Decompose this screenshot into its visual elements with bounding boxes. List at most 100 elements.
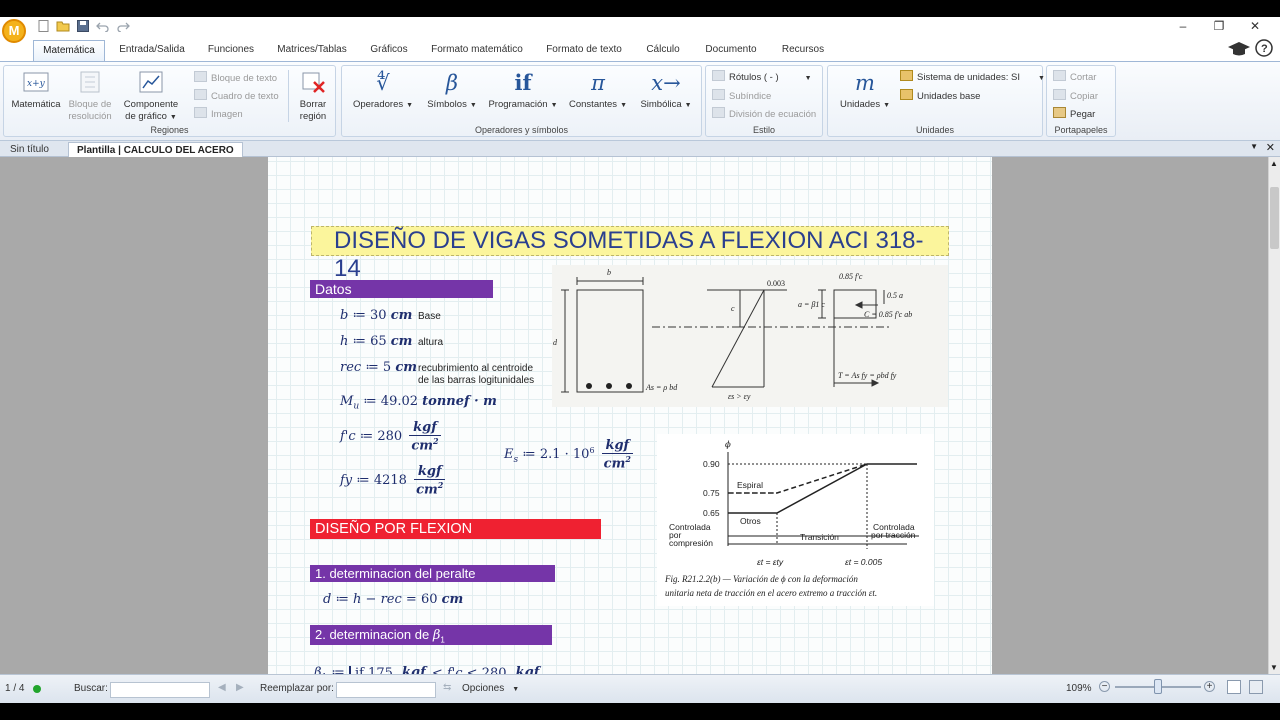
group-portapapeles: Cortar Copiar Pegar Portapapeles	[1046, 65, 1116, 137]
constantes-button[interactable]: π Constantes ▼	[566, 70, 630, 112]
eq-mu[interactable]: Mu ≔ 49.02 tonnef · m	[340, 394, 497, 412]
label-eps: εs > εy	[728, 392, 751, 401]
cortar-button[interactable]: Cortar	[1053, 70, 1096, 84]
simbolica-button[interactable]: x→ Simbólica ▼	[636, 70, 696, 112]
save-icon[interactable]	[76, 20, 90, 32]
title-bar: – ❐ ✕	[0, 17, 1280, 37]
subindice-button[interactable]: Subíndice	[712, 89, 771, 103]
tab-formato-texto[interactable]: Formato de texto	[538, 40, 630, 61]
unidades-base-button[interactable]: Unidades base	[900, 89, 980, 103]
eq-fy[interactable]: fy ≔ 4218 kgf cm2	[340, 464, 446, 497]
matematica-button[interactable]: x+y Matemática	[8, 70, 64, 111]
zoom-slider-thumb[interactable]	[1154, 679, 1162, 694]
open-folder-icon[interactable]	[56, 20, 70, 32]
scroll-down-icon[interactable]: ▼	[1270, 663, 1278, 672]
rotulos-dropdown[interactable]: Rótulos ( - ) ▼	[712, 70, 812, 84]
replace-icon[interactable]: ⇆	[443, 682, 451, 693]
doc-tab-sin-titulo[interactable]: Sin título	[2, 142, 57, 157]
undo-icon[interactable]	[96, 20, 110, 33]
eq-rec[interactable]: rec ≔ 5 cm	[340, 360, 417, 375]
caption-line-1: Fig. R21.2.2(b) — Variación de ϕ con la …	[664, 574, 858, 584]
label-t-force: T = As fy = ρbd fy	[838, 371, 897, 380]
chart-icon	[118, 70, 184, 96]
worksheet-area[interactable]: DISEÑO DE VIGAS SOMETIDAS A FLEXION ACI …	[0, 157, 1268, 674]
zoom-out-icon[interactable]: −	[1099, 681, 1110, 692]
doc-tab-plantilla[interactable]: Plantilla | CALCULO DEL ACERO	[68, 142, 243, 157]
new-file-icon[interactable]	[36, 20, 50, 32]
operadores-button[interactable]: ∜ Operadores ▼	[350, 70, 416, 112]
eq-es[interactable]: Es ≔ 2.1 · 106 kgf cm2	[504, 438, 633, 471]
svg-text:x+y: x+y	[27, 79, 46, 89]
rebar-circle	[606, 383, 612, 389]
scrollbar-thumb[interactable]	[1270, 187, 1279, 249]
search-next-icon[interactable]: ▶	[236, 682, 244, 693]
tab-matrices-tablas[interactable]: Matrices/Tablas	[271, 40, 353, 61]
search-prev-icon[interactable]: ◀	[218, 682, 226, 693]
tab-documento[interactable]: Documento	[696, 40, 766, 61]
opciones-dropdown[interactable]: Opciones ▼	[462, 683, 519, 694]
replace-input[interactable]	[336, 682, 436, 698]
label-half-a: 0.5 a	[887, 291, 903, 300]
equation-break-icon	[712, 107, 725, 118]
tab-recursos[interactable]: Recursos	[774, 40, 832, 61]
eq-d[interactable]: d ≔ h − rec = 60 cm	[323, 592, 463, 607]
search-input[interactable]	[110, 682, 210, 698]
group-label-regiones: Regiones	[150, 125, 189, 135]
tab-graficos[interactable]: Gráficos	[362, 40, 416, 61]
text-block-icon	[194, 71, 207, 82]
tab-entrada-salida[interactable]: Entrada/Salida	[112, 40, 192, 61]
section-beta[interactable]: 2. determinacion de β1	[310, 625, 552, 645]
componente-grafico-button[interactable]: Componente de gráfico ▼	[118, 70, 184, 124]
simbolos-button[interactable]: β Símbolos ▼	[422, 70, 482, 112]
app-logo[interactable]: M	[2, 19, 26, 43]
pegar-button[interactable]: Pegar	[1053, 107, 1095, 121]
ruler-icon	[900, 70, 913, 81]
copiar-button[interactable]: Copiar	[1053, 89, 1098, 103]
eq-b[interactable]: b ≔ 30 cm	[340, 308, 412, 323]
division-ecuacion-button[interactable]: División de ecuación	[712, 107, 816, 121]
section-peralte[interactable]: 1. determinacion del peralte	[310, 565, 555, 582]
scroll-up-icon[interactable]: ▲	[1270, 159, 1278, 168]
section-datos[interactable]: Datos	[310, 280, 493, 298]
document-title[interactable]: DISEÑO DE VIGAS SOMETIDAS A FLEXION ACI …	[311, 226, 949, 282]
text-box-icon	[194, 89, 207, 100]
copy-icon	[1053, 89, 1066, 100]
base-units-icon	[900, 89, 913, 100]
eq-h[interactable]: h ≔ 65 cm	[340, 334, 412, 349]
tab-funciones[interactable]: Funciones	[200, 40, 262, 61]
page-view-icon[interactable]	[1227, 680, 1241, 694]
tab-list-chevron-icon[interactable]: ▼	[1250, 142, 1258, 151]
tab-matematica[interactable]: Matemática	[33, 40, 105, 61]
sqrt-icon: ∜	[376, 71, 390, 95]
graduation-cap-icon[interactable]: ?	[1226, 38, 1274, 60]
bloque-resolucion-button[interactable]: Bloque de resolución	[64, 70, 116, 123]
imagen-button[interactable]: Imagen	[194, 107, 243, 121]
close-doc-icon[interactable]: ✕	[1266, 141, 1275, 154]
phi-label: ϕ	[725, 440, 731, 450]
unidades-button[interactable]: m Unidades ▼	[834, 70, 896, 112]
worksheet-page[interactable]: DISEÑO DE VIGAS SOMETIDAS A FLEXION ACI …	[268, 157, 992, 674]
redo-icon[interactable]	[116, 20, 130, 33]
eq-fc[interactable]: f'c ≔ 280 kgf cm2	[340, 420, 441, 453]
section-diseno-flexion[interactable]: DISEÑO POR FLEXION	[310, 519, 601, 539]
units-m-icon: m	[855, 71, 875, 95]
programacion-button[interactable]: if Programación ▼	[486, 70, 560, 112]
eq-beta1-if[interactable]: β1 ≔ if 175 kgf < f'c < 280 kgf	[314, 665, 542, 674]
minimize-button[interactable]: –	[1174, 18, 1192, 34]
close-button[interactable]: ✕	[1246, 18, 1264, 34]
tab-formato-matematico[interactable]: Formato matemático	[424, 40, 530, 61]
restore-button[interactable]: ❐	[1210, 18, 1228, 34]
label-as: As = ρ bd	[645, 383, 678, 392]
bloque-texto-button[interactable]: Bloque de texto	[194, 71, 277, 85]
paste-icon	[1053, 107, 1066, 118]
document-tab-bar: Sin título Plantilla | CALCULO DEL ACERO…	[0, 141, 1280, 157]
borrar-region-button[interactable]: Borrar región	[292, 70, 334, 123]
cuadro-texto-button[interactable]: Cuadro de texto	[194, 89, 279, 103]
vertical-scrollbar[interactable]: ▲ ▼	[1268, 157, 1280, 674]
zoom-in-icon[interactable]: +	[1204, 681, 1215, 692]
tab-calculo[interactable]: Cálculo	[638, 40, 688, 61]
mathcad-window: – ❐ ✕ M Matemática Entrada/Salida Funcio…	[0, 17, 1280, 703]
group-unidades: m Unidades ▼ Sistema de unidades: SI ▼ Uni…	[827, 65, 1045, 137]
draft-view-icon[interactable]	[1249, 680, 1263, 694]
sistema-unidades-dropdown[interactable]: Sistema de unidades: SI ▼	[900, 70, 1045, 84]
